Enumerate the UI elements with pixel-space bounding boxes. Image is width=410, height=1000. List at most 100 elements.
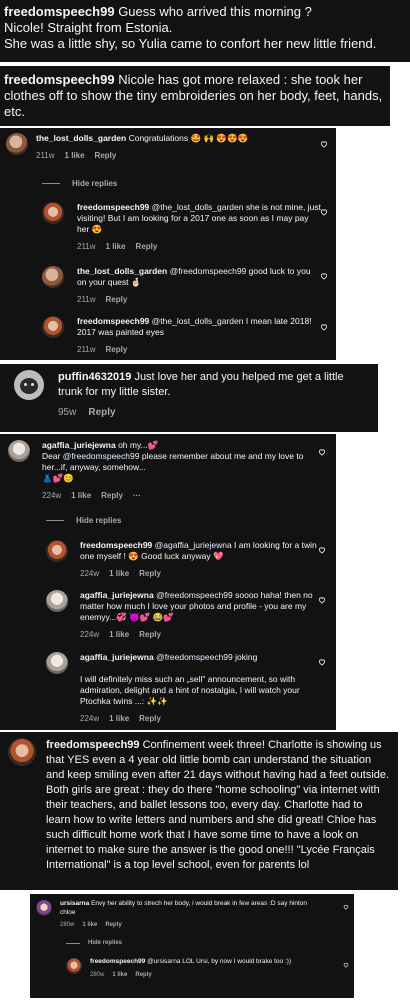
reply-likes[interactable]: 1 like: [109, 629, 129, 640]
comment: freedomspeech99 Confinement week three! …: [8, 738, 394, 873]
reply-mention[interactable]: @freedomspeech99: [170, 266, 247, 276]
avatar[interactable]: [66, 958, 82, 974]
avatar[interactable]: [46, 590, 68, 612]
reply-button[interactable]: Reply: [139, 568, 161, 579]
heart-icon[interactable]: [318, 596, 326, 604]
reply-paragraph: I will definitely miss such an „sell" an…: [80, 674, 300, 706]
reply-button[interactable]: Reply: [101, 490, 123, 501]
reply: freedomspeech99 @the_lost_dolls_garden s…: [42, 202, 328, 252]
comment-meta: 95w Reply: [58, 405, 363, 420]
post-username[interactable]: freedomspeech99: [46, 739, 140, 751]
reply-meta: 224w 1 like Reply: [80, 629, 320, 640]
avatar[interactable]: [42, 202, 64, 224]
comment-time: 95w: [58, 407, 77, 418]
heart-icon[interactable]: [320, 208, 328, 216]
comment-time: 224w: [42, 491, 62, 500]
avatar[interactable]: [6, 133, 28, 155]
avatar-cat[interactable]: [14, 370, 44, 400]
reply-meta: 211w Reply: [77, 294, 322, 305]
confinement-post: freedomspeech99 Confinement week three! …: [0, 732, 398, 890]
puffin-comment-block: puffin4632019 Just love her and you help…: [0, 364, 378, 432]
reply-button[interactable]: Reply: [139, 713, 161, 724]
reply-mention[interactable]: @the_lost_dolls_garden: [152, 202, 244, 212]
comment-username[interactable]: puffin4632019: [58, 371, 131, 383]
heart-icon[interactable]: [320, 323, 328, 331]
reply-button[interactable]: Reply: [135, 971, 151, 980]
comment-username[interactable]: the_lost_dolls_garden: [36, 133, 126, 143]
comment: ursisarna Envy her ability to strech her…: [36, 900, 346, 930]
comment-username[interactable]: agaffia_juriejewna: [42, 440, 116, 450]
avatar[interactable]: [46, 540, 68, 562]
reply-username[interactable]: agaffia_juriejewna: [80, 652, 154, 662]
hide-replies-label: Hide replies: [76, 516, 122, 525]
heart-icon[interactable]: [320, 140, 328, 148]
heart-icon[interactable]: [318, 546, 326, 554]
reply-likes[interactable]: 1 like: [109, 568, 129, 579]
reply-button[interactable]: Reply: [106, 344, 128, 355]
avatar[interactable]: [42, 316, 64, 338]
more-options-button[interactable]: ···: [133, 490, 141, 501]
avatar[interactable]: [42, 266, 64, 288]
reply-username[interactable]: the_lost_dolls_garden: [77, 266, 167, 276]
reply-mention[interactable]: @freedomspeech99: [156, 590, 233, 600]
avatar[interactable]: [8, 738, 36, 766]
avatar[interactable]: [46, 652, 68, 674]
hide-replies-button[interactable]: Hide replies: [66, 940, 122, 946]
reply-text: LOL Ursi, by now I would brake too :)): [180, 958, 292, 965]
reply-button[interactable]: Reply: [88, 405, 115, 420]
reply-time: 211w: [77, 242, 96, 251]
hide-replies-button[interactable]: Hide replies: [42, 179, 117, 188]
reply-username[interactable]: freedomspeech99: [77, 316, 149, 326]
reply-button[interactable]: Reply: [139, 629, 161, 640]
reply-text: joking: [232, 652, 258, 662]
reply-meta: 280w 1 like Reply: [90, 971, 300, 980]
hide-replies-button[interactable]: Hide replies: [46, 516, 121, 525]
reply-username[interactable]: freedomspeech99: [80, 540, 152, 550]
comment-time: 280w: [60, 922, 75, 928]
divider-line: [66, 942, 80, 944]
reply-time: 211w: [77, 345, 96, 354]
comment-likes[interactable]: 1 like: [82, 921, 97, 930]
reply-username[interactable]: agaffia_juriejewna: [80, 590, 154, 600]
reply-time: 224w: [80, 569, 100, 578]
avatar[interactable]: [36, 900, 52, 916]
heart-icon[interactable]: [318, 658, 326, 666]
reply-meta: 211w Reply: [77, 344, 322, 355]
caption-2: freedomspeech99 Nicole has got more rela…: [4, 72, 386, 120]
comment-username[interactable]: ursisarna: [60, 900, 89, 907]
reply-mention[interactable]: @agaffia_juriejewna: [155, 540, 232, 550]
caption-1-user[interactable]: freedomspeech99: [4, 4, 115, 19]
hide-replies-label: Hide replies: [72, 179, 118, 188]
comment-text: oh my...💕: [118, 440, 159, 450]
reply-button[interactable]: Reply: [105, 921, 121, 930]
comment-likes[interactable]: 1 like: [71, 490, 91, 501]
comment-meta: 224w 1 like Reply ···: [42, 490, 312, 501]
comment: puffin4632019 Just love her and you help…: [14, 370, 374, 420]
heart-icon[interactable]: [343, 904, 349, 910]
reply-mention[interactable]: @the_lost_dolls_garden: [152, 316, 244, 326]
reply: agaffia_juriejewna @freedomspeech99 sooo…: [46, 590, 328, 640]
comment-likes[interactable]: 1 like: [65, 150, 85, 161]
reply-likes[interactable]: 1 like: [112, 971, 127, 980]
reply-likes[interactable]: 1 like: [106, 241, 126, 252]
caption-1-line-3: She was a little shy, so Yulia came to c…: [4, 36, 377, 51]
caption-1-line-2: Nicole! Straight from Estonia.: [4, 20, 173, 35]
comment-text: Congratulations 🤩 🙌 😍😍😍: [128, 133, 249, 143]
reply-username[interactable]: freedomspeech99: [90, 958, 145, 965]
reply-username[interactable]: freedomspeech99: [77, 202, 149, 212]
comment-meta: 211w 1 like Reply: [36, 150, 316, 161]
reply-mention[interactable]: @freedomspeech99: [156, 652, 233, 662]
reply-button[interactable]: Reply: [95, 150, 117, 161]
comment-mention[interactable]: @freedomspeech99: [63, 451, 140, 461]
thread-1: the_lost_dolls_garden Congratulations 🤩 …: [0, 128, 336, 360]
reply-mention[interactable]: @ursisarna: [147, 958, 180, 965]
heart-icon[interactable]: [318, 448, 326, 456]
reply-meta: 224w 1 like Reply: [80, 713, 320, 724]
reply-likes[interactable]: 1 like: [109, 713, 129, 724]
reply-button[interactable]: Reply: [136, 241, 158, 252]
caption-2-user[interactable]: freedomspeech99: [4, 72, 115, 87]
heart-icon[interactable]: [320, 272, 328, 280]
reply-button[interactable]: Reply: [106, 294, 128, 305]
avatar[interactable]: [8, 440, 30, 462]
heart-icon[interactable]: [343, 962, 349, 968]
